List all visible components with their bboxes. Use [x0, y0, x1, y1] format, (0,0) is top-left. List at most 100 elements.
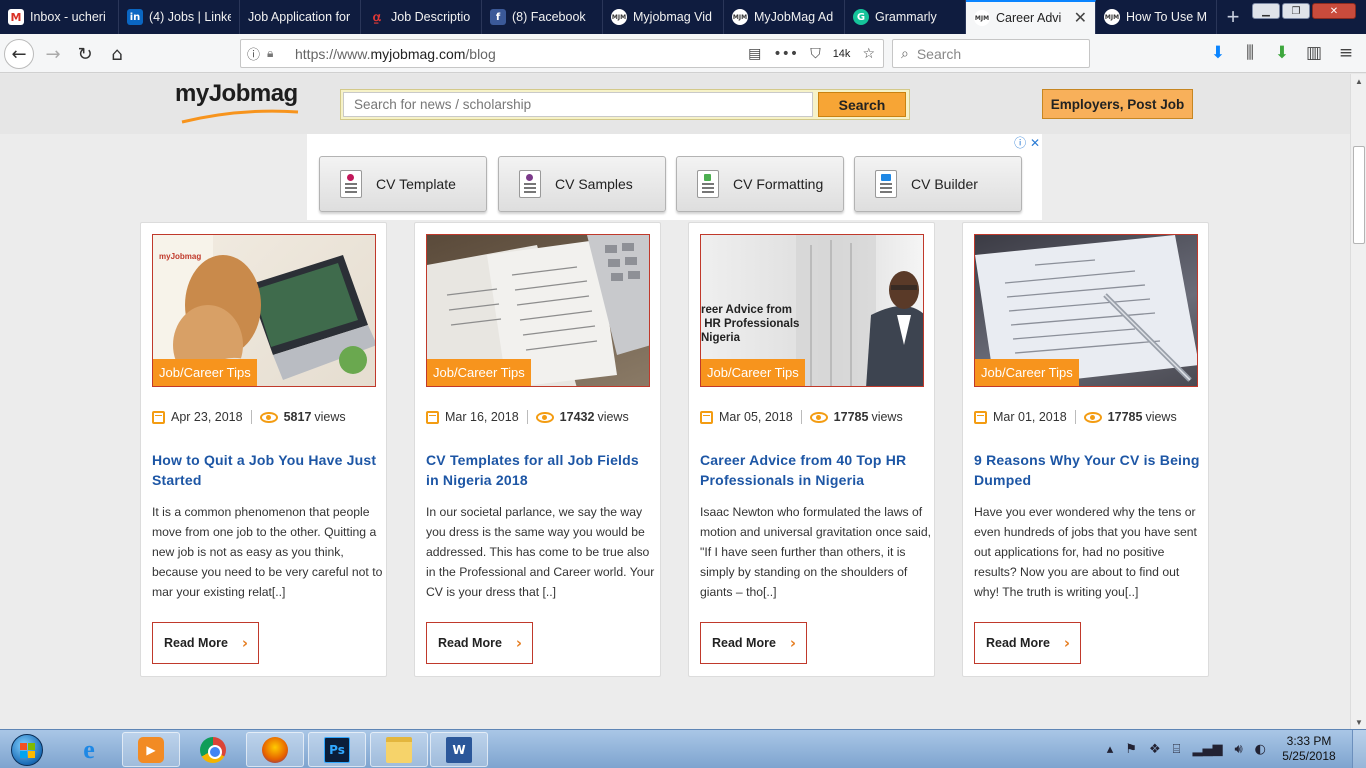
tab-facebook[interactable]: f (8) Facebook	[482, 0, 603, 34]
tab-job-application[interactable]: Job Application for	[240, 0, 361, 34]
category-tag[interactable]: Job/Career Tips	[975, 359, 1079, 386]
tab-title: Grammarly	[875, 10, 937, 24]
browser-search-input[interactable]: ⌕ Search	[892, 39, 1090, 68]
page-scrollbar[interactable]: ▲ ▼	[1350, 74, 1366, 729]
tab-how-to-use[interactable]: MJM How To Use M	[1096, 0, 1217, 34]
sidebar-icon[interactable]: ▥	[1304, 39, 1324, 67]
tab-title: Myjobmag Vid	[633, 10, 712, 24]
show-hidden-icons-icon[interactable]: ▴	[1107, 742, 1114, 757]
scroll-thumb[interactable]	[1353, 146, 1365, 244]
tab-myjobmag-video[interactable]: MJM Myjobmag Vid	[603, 0, 724, 34]
card-title-link[interactable]: 9 Reasons Why Your CV is Being Dumped	[974, 450, 1202, 490]
tab-title: MyJobMag Ad	[754, 10, 834, 24]
site-logo[interactable]: myJobmag	[175, 80, 305, 124]
restore-button[interactable]: ❐	[1282, 3, 1310, 19]
site-search-button[interactable]: Search	[818, 92, 906, 117]
tab-career-advice[interactable]: MJM Career Advi ✕	[966, 0, 1096, 34]
scroll-up-icon[interactable]: ▲	[1351, 74, 1366, 88]
action-center-flag-icon[interactable]: ⚑	[1125, 742, 1137, 757]
card-title-link[interactable]: How to Quit a Job You Have Just Started	[152, 450, 380, 490]
taskbar-file-explorer[interactable]	[370, 732, 428, 767]
home-button[interactable]: ⌂	[102, 39, 132, 69]
read-more-button[interactable]: Read More ›	[152, 622, 259, 664]
ad-cv-builder-button[interactable]: CV Builder	[854, 156, 1022, 212]
cv-formatting-icon	[697, 170, 719, 198]
url-scheme: https://www.	[295, 45, 371, 62]
tab-title: Job Descriptio	[391, 10, 471, 24]
site-search-input[interactable]: Search for news / scholarship	[343, 92, 813, 117]
card-image[interactable]: reer Advice from HR Professionals Nigeri…	[700, 234, 924, 387]
ad-cv-template-button[interactable]: CV Template	[319, 156, 487, 212]
windows-logo-icon	[11, 733, 43, 766]
url-text[interactable]: https://www.myjobmag.com/blog	[295, 46, 748, 62]
meta-divider	[250, 410, 252, 424]
back-button[interactable]: ←	[4, 39, 34, 69]
pocket-icon[interactable]: ⛉	[810, 46, 821, 62]
card-image[interactable]: Job/Career Tips	[426, 234, 650, 387]
close-tab-icon[interactable]: ✕	[1074, 8, 1087, 28]
ad-cv-formatting-button[interactable]: CV Formatting	[676, 156, 844, 212]
reload-button[interactable]: ↻	[70, 39, 100, 69]
eye-icon	[1083, 411, 1102, 423]
pocket-count: 14k	[832, 47, 851, 60]
dropbox-icon[interactable]: ❖	[1149, 742, 1161, 757]
system-clock[interactable]: 3:33 PM 5/25/2018	[1274, 734, 1344, 764]
gmail-icon: M	[8, 9, 24, 25]
tab-linkedin[interactable]: in (4) Jobs | Linke	[119, 0, 240, 34]
scroll-down-icon[interactable]: ▼	[1351, 715, 1366, 729]
ad-button-label: CV Formatting	[733, 176, 824, 192]
menu-icon[interactable]: ≡	[1336, 39, 1356, 67]
category-tag[interactable]: Job/Career Tips	[153, 359, 257, 386]
lock-icon[interactable]: 🔒︎	[267, 46, 283, 61]
minimize-button[interactable]: ▁	[1252, 3, 1280, 19]
bookmark-star-icon[interactable]: ☆	[862, 46, 875, 62]
read-more-button[interactable]: Read More ›	[974, 622, 1081, 664]
usb-device-icon[interactable]: ⌸	[1173, 742, 1181, 757]
category-tag[interactable]: Job/Career Tips	[701, 359, 805, 386]
page-viewport: myJobmag Search for news / scholarship S…	[0, 74, 1350, 729]
calendar-icon	[152, 410, 165, 424]
read-more-button[interactable]: Read More ›	[426, 622, 533, 664]
myjobmag-icon: MJM	[1104, 9, 1120, 25]
tab-job-description[interactable]: ⍶ Job Descriptio	[361, 0, 482, 34]
post-job-button[interactable]: Employers, Post Job	[1042, 89, 1193, 119]
card-image[interactable]: Job/Career Tips	[974, 234, 1198, 387]
battery-icon[interactable]: ◐	[1255, 742, 1266, 757]
close-window-button[interactable]: ✕	[1312, 3, 1356, 19]
page-actions-icon[interactable]: •••	[773, 46, 798, 62]
taskbar-chrome[interactable]	[184, 732, 242, 767]
search-placeholder: Search	[916, 45, 962, 62]
extension-download-icon[interactable]: ⬇	[1272, 39, 1292, 67]
taskbar-word[interactable]: W	[430, 732, 488, 767]
site-header: myJobmag Search for news / scholarship S…	[0, 74, 1350, 134]
card-image[interactable]: myJobmag Job/Career Tips	[152, 234, 376, 387]
new-tab-button[interactable]: +	[1217, 0, 1249, 34]
folder-icon	[386, 736, 412, 763]
download-icon[interactable]: ⬇	[1208, 39, 1228, 67]
url-bar[interactable]: ⓘ 🔒︎ https://www.myjobmag.com/blog ▤ •••…	[240, 39, 884, 68]
library-icon[interactable]: ⫼	[1240, 39, 1260, 67]
volume-icon[interactable]: 🔊︎	[1234, 742, 1242, 757]
tab-grammarly[interactable]: G Grammarly	[845, 0, 966, 34]
taskbar-media-player[interactable]: ▶	[122, 732, 180, 767]
taskbar-firefox[interactable]	[246, 732, 304, 767]
forward-button[interactable]: →	[38, 39, 68, 69]
category-tag[interactable]: Job/Career Tips	[427, 359, 531, 386]
reader-view-icon[interactable]: ▤	[748, 46, 761, 62]
start-button[interactable]	[2, 731, 52, 768]
taskbar-internet-explorer[interactable]: e	[60, 732, 118, 767]
network-signal-icon[interactable]: ▂▄▆	[1192, 742, 1222, 757]
card-title-link[interactable]: CV Templates for all Job Fields in Niger…	[426, 450, 654, 490]
views-count: 17785	[1107, 410, 1143, 424]
card-title-link[interactable]: Career Advice from 40 Top HR Professiona…	[700, 450, 928, 490]
tab-gmail[interactable]: M Inbox - ucheri	[0, 0, 119, 34]
ad-cv-samples-button[interactable]: CV Samples	[498, 156, 666, 212]
show-desktop-button[interactable]	[1352, 730, 1366, 768]
taskbar-photoshop[interactable]: Ps	[308, 732, 366, 767]
tab-title: How To Use M	[1126, 10, 1208, 24]
views-label: views	[314, 410, 346, 424]
tab-myjobmag-ad[interactable]: MJM MyJobMag Ad	[724, 0, 845, 34]
read-more-button[interactable]: Read More ›	[700, 622, 807, 664]
info-icon[interactable]: ⓘ	[247, 44, 263, 63]
ad-choices-icon[interactable]: ⓘ ✕	[1014, 134, 1040, 151]
